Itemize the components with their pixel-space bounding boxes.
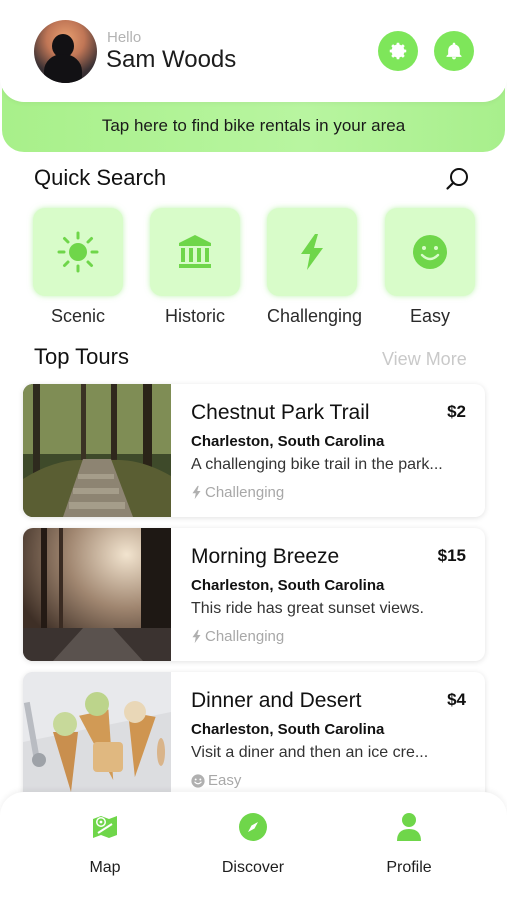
tour-price: $4 bbox=[447, 690, 466, 709]
nav-label: Profile bbox=[386, 859, 432, 876]
nav-label: Discover bbox=[221, 859, 285, 876]
banner-text: Tap here to find bike rentals in your ar… bbox=[101, 116, 406, 135]
greeting-text: Hello bbox=[107, 29, 142, 46]
category-label: Easy bbox=[409, 306, 451, 326]
tour-price: $2 bbox=[447, 402, 466, 421]
tour-description: This ride has great sunset views. bbox=[191, 600, 424, 617]
category-tile bbox=[267, 208, 357, 296]
tour-location: Charleston, South Carolina bbox=[191, 433, 385, 450]
category-label: Challenging bbox=[267, 306, 363, 326]
tour-card-morning-breeze[interactable]: Morning Breeze $15 Charleston, South Car… bbox=[23, 528, 485, 661]
tour-location: Charleston, South Carolina bbox=[191, 721, 385, 738]
search-icon bbox=[446, 168, 468, 190]
category-tile bbox=[150, 208, 240, 296]
tour-photo-misty-forest-road bbox=[23, 528, 171, 661]
avatar[interactable] bbox=[34, 20, 97, 83]
smile-icon bbox=[413, 235, 447, 269]
tour-card-chestnut-park-trail[interactable]: Chestnut Park Trail $2 Charleston, South… bbox=[23, 384, 485, 517]
tour-location: Charleston, South Carolina bbox=[191, 577, 385, 594]
map-icon bbox=[93, 816, 117, 838]
category-tile bbox=[33, 208, 123, 296]
search-button[interactable] bbox=[444, 165, 472, 193]
category-historic[interactable]: Historic bbox=[150, 208, 240, 327]
category-label: Scenic bbox=[50, 306, 106, 326]
header: Hello Sam Woods bbox=[0, 0, 507, 102]
top-tours-title: Top Tours bbox=[34, 344, 129, 369]
tour-photo-forest-trail bbox=[23, 384, 171, 517]
category-label: Historic bbox=[164, 306, 225, 326]
bottom-nav: Map Discover Profile bbox=[0, 792, 507, 900]
category-easy[interactable]: Easy bbox=[385, 208, 475, 327]
category-tile bbox=[385, 208, 475, 296]
nav-profile[interactable]: Profile bbox=[354, 812, 464, 877]
quick-search-title: Quick Search bbox=[34, 165, 167, 190]
username: Sam Woods bbox=[106, 46, 237, 73]
notifications-button[interactable] bbox=[434, 31, 474, 71]
tour-description: Visit a diner and then an ice cre... bbox=[191, 744, 429, 761]
bell-icon bbox=[446, 42, 462, 60]
tour-price: $15 bbox=[437, 546, 466, 565]
tour-card-dinner-and-desert[interactable]: Dinner and Desert $4 Charleston, South C… bbox=[23, 672, 485, 805]
difficulty-label: Challenging bbox=[205, 628, 285, 645]
difficulty-label: Easy bbox=[208, 772, 242, 789]
person-icon bbox=[397, 813, 421, 841]
view-more-link[interactable]: View More bbox=[382, 349, 467, 370]
settings-button[interactable] bbox=[378, 31, 418, 71]
tour-photo-ice-cream-cones bbox=[23, 672, 171, 805]
lightning-icon bbox=[192, 485, 201, 500]
tour-difficulty: Easy bbox=[191, 772, 241, 789]
tour-description: A challenging bike trail in the park... bbox=[191, 456, 443, 473]
lightning-icon bbox=[301, 234, 323, 270]
nav-discover[interactable]: Discover bbox=[198, 812, 308, 877]
tour-difficulty: Challenging bbox=[191, 628, 284, 645]
difficulty-label: Challenging bbox=[205, 484, 285, 501]
lightning-icon bbox=[192, 629, 201, 644]
category-challenging[interactable]: Challenging bbox=[267, 208, 363, 327]
tour-title: Dinner and Desert bbox=[191, 689, 362, 712]
tour-title: Morning Breeze bbox=[191, 545, 340, 568]
tour-difficulty: Challenging bbox=[191, 484, 284, 501]
nav-map[interactable]: Map bbox=[50, 812, 160, 877]
category-scenic[interactable]: Scenic bbox=[33, 208, 123, 327]
gear-icon bbox=[389, 42, 407, 60]
museum-icon bbox=[179, 235, 211, 268]
smile-icon bbox=[191, 773, 205, 788]
tour-title: Chestnut Park Trail bbox=[191, 401, 370, 424]
sun-icon bbox=[57, 231, 99, 273]
compass-icon bbox=[239, 813, 267, 841]
nav-label: Map bbox=[89, 859, 121, 876]
